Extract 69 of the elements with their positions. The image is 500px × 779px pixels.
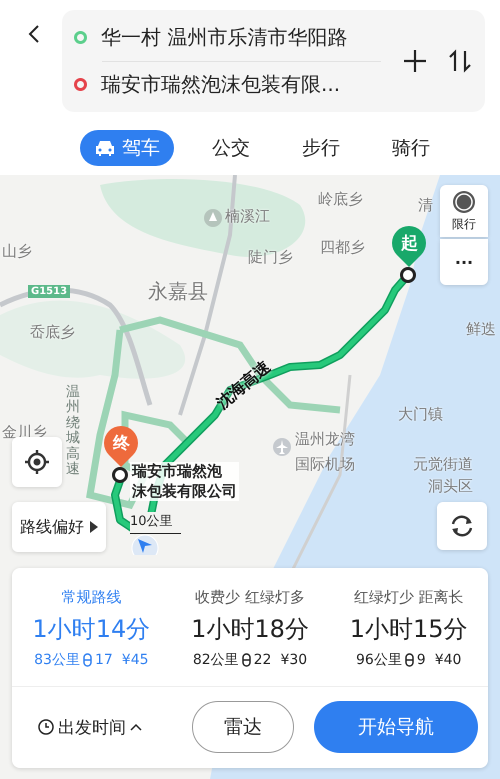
restriction-button[interactable]: 限行 xyxy=(440,185,488,237)
refresh-button[interactable] xyxy=(437,502,487,550)
place-label: 永嘉县 xyxy=(148,278,208,305)
car-icon xyxy=(94,139,116,157)
route-tag: 收费少 红绿灯多 xyxy=(195,588,305,607)
place-label: 大门镇 xyxy=(398,405,443,424)
origin-field[interactable]: 华一村 温州市乐清市华阳路 xyxy=(101,24,348,51)
scale-bar: 10公里 xyxy=(130,512,181,534)
refresh-icon xyxy=(449,513,475,539)
place-label: 楠溪江 xyxy=(225,207,270,226)
place-label: 温州龙湾 xyxy=(295,430,355,449)
caret-up-icon xyxy=(130,723,142,731)
route-time: 1小时18分 xyxy=(191,614,309,645)
place-label: 元觉街道 xyxy=(413,455,473,474)
transport-tab[interactable]: 驾车 xyxy=(80,130,174,166)
route-distance: 96公里 xyxy=(356,651,402,669)
park-icon xyxy=(203,208,223,228)
traffic-light-icon xyxy=(404,653,414,667)
route-toll: ¥40 xyxy=(434,652,462,668)
route-tag: 常规路线 xyxy=(61,588,122,607)
route-toll: ¥45 xyxy=(122,652,149,668)
traffic-light-icon xyxy=(82,653,92,667)
route-toll: ¥30 xyxy=(280,652,308,668)
restriction-icon xyxy=(452,190,476,214)
place-label: 岙底乡 xyxy=(30,323,75,342)
traffic-light-icon xyxy=(242,653,251,667)
place-label: 洞头区 xyxy=(428,477,473,496)
clock-icon xyxy=(38,719,54,735)
route-option[interactable]: 常规路线 1小时14分 83公里 17 ¥45 xyxy=(12,568,171,686)
origin-dot-icon xyxy=(74,31,87,44)
route-option[interactable]: 收费少 红绿灯多 1小时18分 82公里 22 ¥30 xyxy=(170,568,330,686)
transport-tab[interactable]: 公交 xyxy=(198,130,264,166)
place-label: 国际机场 xyxy=(295,455,355,474)
route-name-label: 沈海高速 xyxy=(212,356,275,414)
road-name-label: 温州绕城高速 xyxy=(66,385,80,478)
place-label: 陡门乡 xyxy=(248,248,293,267)
route-time: 1小时15分 xyxy=(350,614,468,645)
route-preference-button[interactable]: 路线偏好 xyxy=(12,502,106,552)
start-navigation-button[interactable]: 开始导航 xyxy=(314,701,478,753)
place-label: 山乡 xyxy=(2,242,32,261)
more-button[interactable]: ··· xyxy=(440,239,488,285)
route-time: 1小时14分 xyxy=(32,614,150,645)
place-label: 岭底乡 xyxy=(318,190,363,209)
locate-icon xyxy=(24,449,50,475)
back-icon[interactable] xyxy=(28,24,40,44)
compass-arrow-icon xyxy=(130,533,160,555)
place-label: 鲜迭 xyxy=(466,320,496,339)
locate-button[interactable] xyxy=(12,437,62,487)
add-stop-icon[interactable] xyxy=(403,49,427,73)
place-label: 清 xyxy=(418,196,433,215)
destination-field[interactable]: 瑞安市瑞然泡沫包装有限... xyxy=(101,71,340,98)
place-label: 四都乡 xyxy=(320,238,365,257)
route-tag: 红绿灯少 距离长 xyxy=(354,588,464,607)
swap-icon[interactable] xyxy=(449,49,471,73)
transport-tab[interactable]: 骑行 xyxy=(378,130,444,166)
traffic-light-count: 17 xyxy=(94,652,113,668)
route-distance: 82公里 xyxy=(192,651,239,669)
airplane-icon xyxy=(272,437,292,457)
route-distance: 83公里 xyxy=(34,651,80,669)
traffic-light-count: 22 xyxy=(254,652,272,668)
destination-dot-icon xyxy=(74,78,87,91)
caret-icon xyxy=(90,521,98,533)
transport-tab[interactable]: 步行 xyxy=(288,130,354,166)
departure-time-button[interactable]: 出发时间 xyxy=(32,714,172,740)
highway-badge: G1513 xyxy=(28,285,70,298)
traffic-light-count: 9 xyxy=(416,652,426,668)
route-option[interactable]: 红绿灯少 距离长 1小时15分 96公里 9 ¥40 xyxy=(329,568,488,686)
destination-label: 瑞安市瑞然泡 沫包装有限公司 xyxy=(130,462,239,501)
radar-button[interactable]: 雷达 xyxy=(192,701,294,753)
